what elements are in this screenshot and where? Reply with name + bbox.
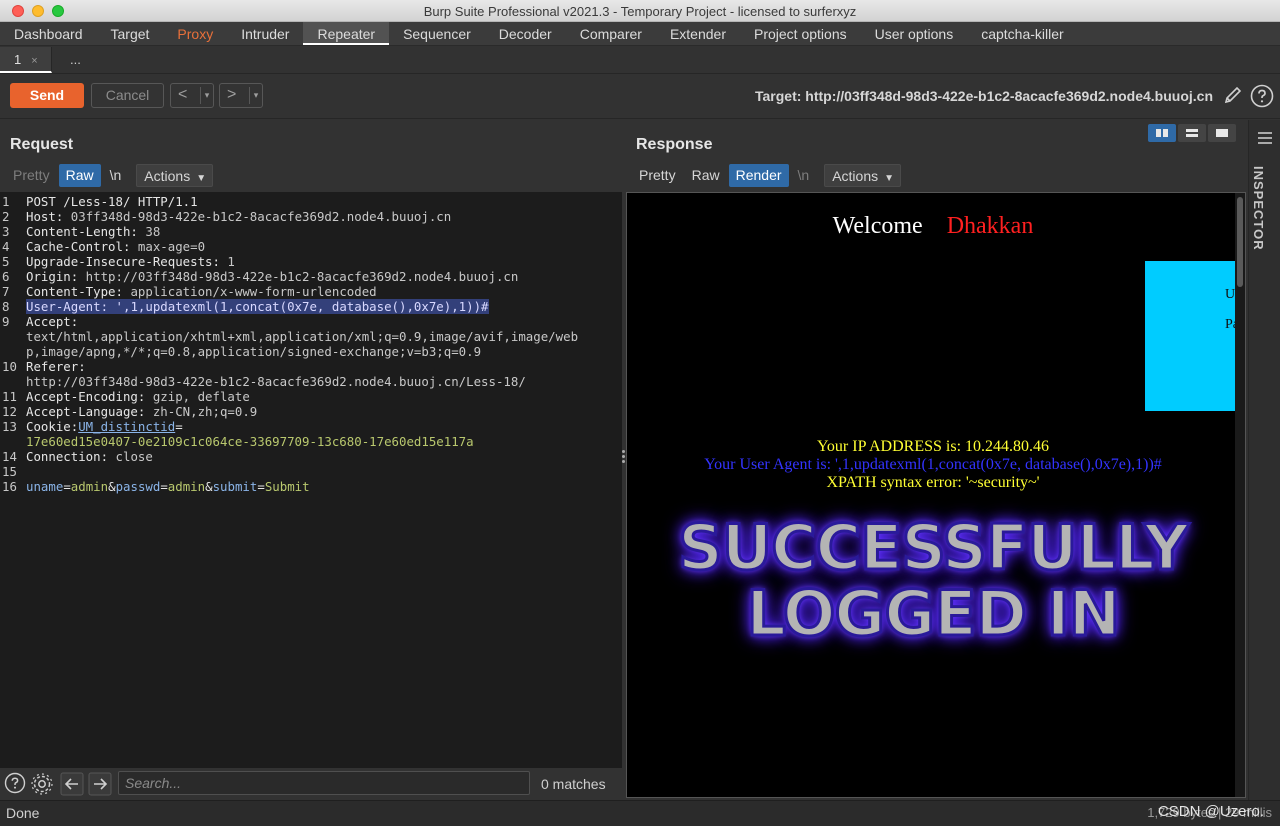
cancel-button[interactable]: Cancel [91, 83, 164, 108]
tab-target[interactable]: Target [97, 22, 164, 45]
layout-top-bottom-icon[interactable] [1178, 124, 1206, 142]
xpath-error-line: XPATH syntax error: '~security~' [826, 474, 1040, 491]
tab-repeater[interactable]: Repeater [303, 22, 390, 45]
inspector-sidebar[interactable]: INSPECTOR [1248, 120, 1280, 800]
repeater-tab-label: 1 [14, 52, 22, 67]
close-tab-icon[interactable]: × [31, 55, 37, 67]
ip-address-line: Your IP ADDRESS is: 10.244.80.46 [816, 438, 1050, 455]
response-raw-tab[interactable]: Raw [685, 164, 727, 187]
repeater-tab-1[interactable]: 1 × [0, 47, 52, 73]
send-button[interactable]: Send [10, 83, 84, 108]
response-view-tabs: Pretty Raw Render \n Actions ▼ [632, 164, 902, 187]
response-newline-toggle[interactable]: \n [791, 164, 817, 187]
chevron-down-icon: ▼ [884, 173, 895, 184]
chevron-down-icon[interactable]: ▾ [200, 87, 213, 104]
actions-label: Actions [832, 168, 879, 184]
user-agent-line: Your User Agent is: ',1,updatexml(1,conc… [704, 456, 1162, 473]
request-view-tabs: Pretty Raw \n Actions ▼ [6, 164, 214, 187]
rendered-response[interactable]: Welcome Dhakkan Us Pa Your IP ADDRESS is:… [626, 192, 1246, 798]
tab-proxy[interactable]: Proxy [163, 22, 227, 45]
window-title: Burp Suite Professional v2021.3 - Tempor… [423, 4, 857, 19]
render-scrollbar[interactable] [1235, 193, 1245, 797]
title-bar: Burp Suite Professional v2021.3 - Tempor… [0, 0, 1280, 22]
actions-label: Actions [144, 168, 191, 184]
history-forward-button[interactable]: > ▾ [219, 83, 263, 108]
help-icon[interactable] [4, 772, 26, 794]
request-editor[interactable]: 1 POST /Less-18/ HTTP/1.1 2 Host: 03ff348d… [0, 192, 622, 768]
request-pretty-tab[interactable]: Pretty [6, 164, 57, 187]
target-label: Target: http://03ff348d-98d3-422e-b1c2-8… [755, 88, 1213, 104]
tab-comparer[interactable]: Comparer [566, 22, 656, 45]
success-banner-line2: LOGGED IN [745, 576, 1122, 652]
tab-extender[interactable]: Extender [656, 22, 740, 45]
request-actions-menu[interactable]: Actions ▼ [136, 164, 214, 187]
tab-sequencer[interactable]: Sequencer [389, 22, 485, 45]
search-input[interactable]: Search... [118, 771, 530, 795]
repeater-sub-tabs: 1 × ... [0, 47, 1280, 74]
layout-toggle-group [1148, 124, 1236, 142]
tab-intruder[interactable]: Intruder [227, 22, 303, 45]
login-form-box: Us Pa [1145, 261, 1241, 411]
chevron-left-icon: < [178, 86, 188, 103]
tab-decoder[interactable]: Decoder [485, 22, 566, 45]
request-panel: Request Pretty Raw \n Actions ▼ 1 POST /Le… [0, 120, 622, 800]
chevron-down-icon[interactable]: ▾ [249, 87, 262, 104]
welcome-heading: Welcome Dhakkan [832, 213, 1034, 239]
burp-window: Burp Suite Professional v2021.3 - Tempor… [0, 0, 1280, 826]
tab-captcha-killer[interactable]: captcha-killer [967, 22, 1077, 45]
arrow-right-icon[interactable] [88, 772, 112, 796]
menu-icon[interactable] [1258, 132, 1272, 147]
response-actions-menu[interactable]: Actions ▼ [824, 164, 902, 187]
main-tab-bar: Dashboard Target Proxy Intruder Repeater… [0, 22, 1280, 46]
tab-user-options[interactable]: User options [861, 22, 968, 45]
request-title: Request [10, 136, 74, 153]
request-search-bar: Search... 0 matches [0, 768, 622, 800]
watermark: CSDN @Uzero. [1157, 803, 1264, 820]
new-tab-button[interactable]: ... [70, 47, 81, 73]
match-count: 0 matches [541, 776, 606, 792]
layout-side-by-side-icon[interactable] [1148, 124, 1176, 142]
request-newline-toggle[interactable]: \n [103, 164, 129, 187]
history-back-button[interactable]: < ▾ [170, 83, 214, 108]
pencil-icon[interactable] [1222, 84, 1244, 106]
response-render-tab[interactable]: Render [728, 164, 789, 187]
status-text: Done [6, 805, 40, 821]
response-title: Response [636, 136, 713, 153]
tab-project-options[interactable]: Project options [740, 22, 861, 45]
tab-dashboard[interactable]: Dashboard [0, 22, 97, 45]
status-bar: Done 1,729 bytes | 29 millis CSDN @Uzero… [0, 800, 1280, 826]
help-icon[interactable] [1250, 84, 1274, 108]
inspector-label: INSPECTOR [1251, 166, 1266, 251]
gear-icon[interactable] [30, 772, 54, 796]
response-pretty-tab[interactable]: Pretty [632, 164, 683, 187]
chevron-right-icon: > [227, 86, 237, 103]
success-banner-line1: SUCCESSFULLY [677, 510, 1191, 586]
request-raw-tab[interactable]: Raw [58, 164, 101, 187]
layout-tabs-icon[interactable] [1208, 124, 1236, 142]
arrow-left-icon[interactable] [60, 772, 84, 796]
repeater-toolbar: Send Cancel < ▾ > ▾ Target: http://03ff3… [0, 75, 1280, 119]
chevron-down-icon: ▼ [196, 173, 207, 184]
